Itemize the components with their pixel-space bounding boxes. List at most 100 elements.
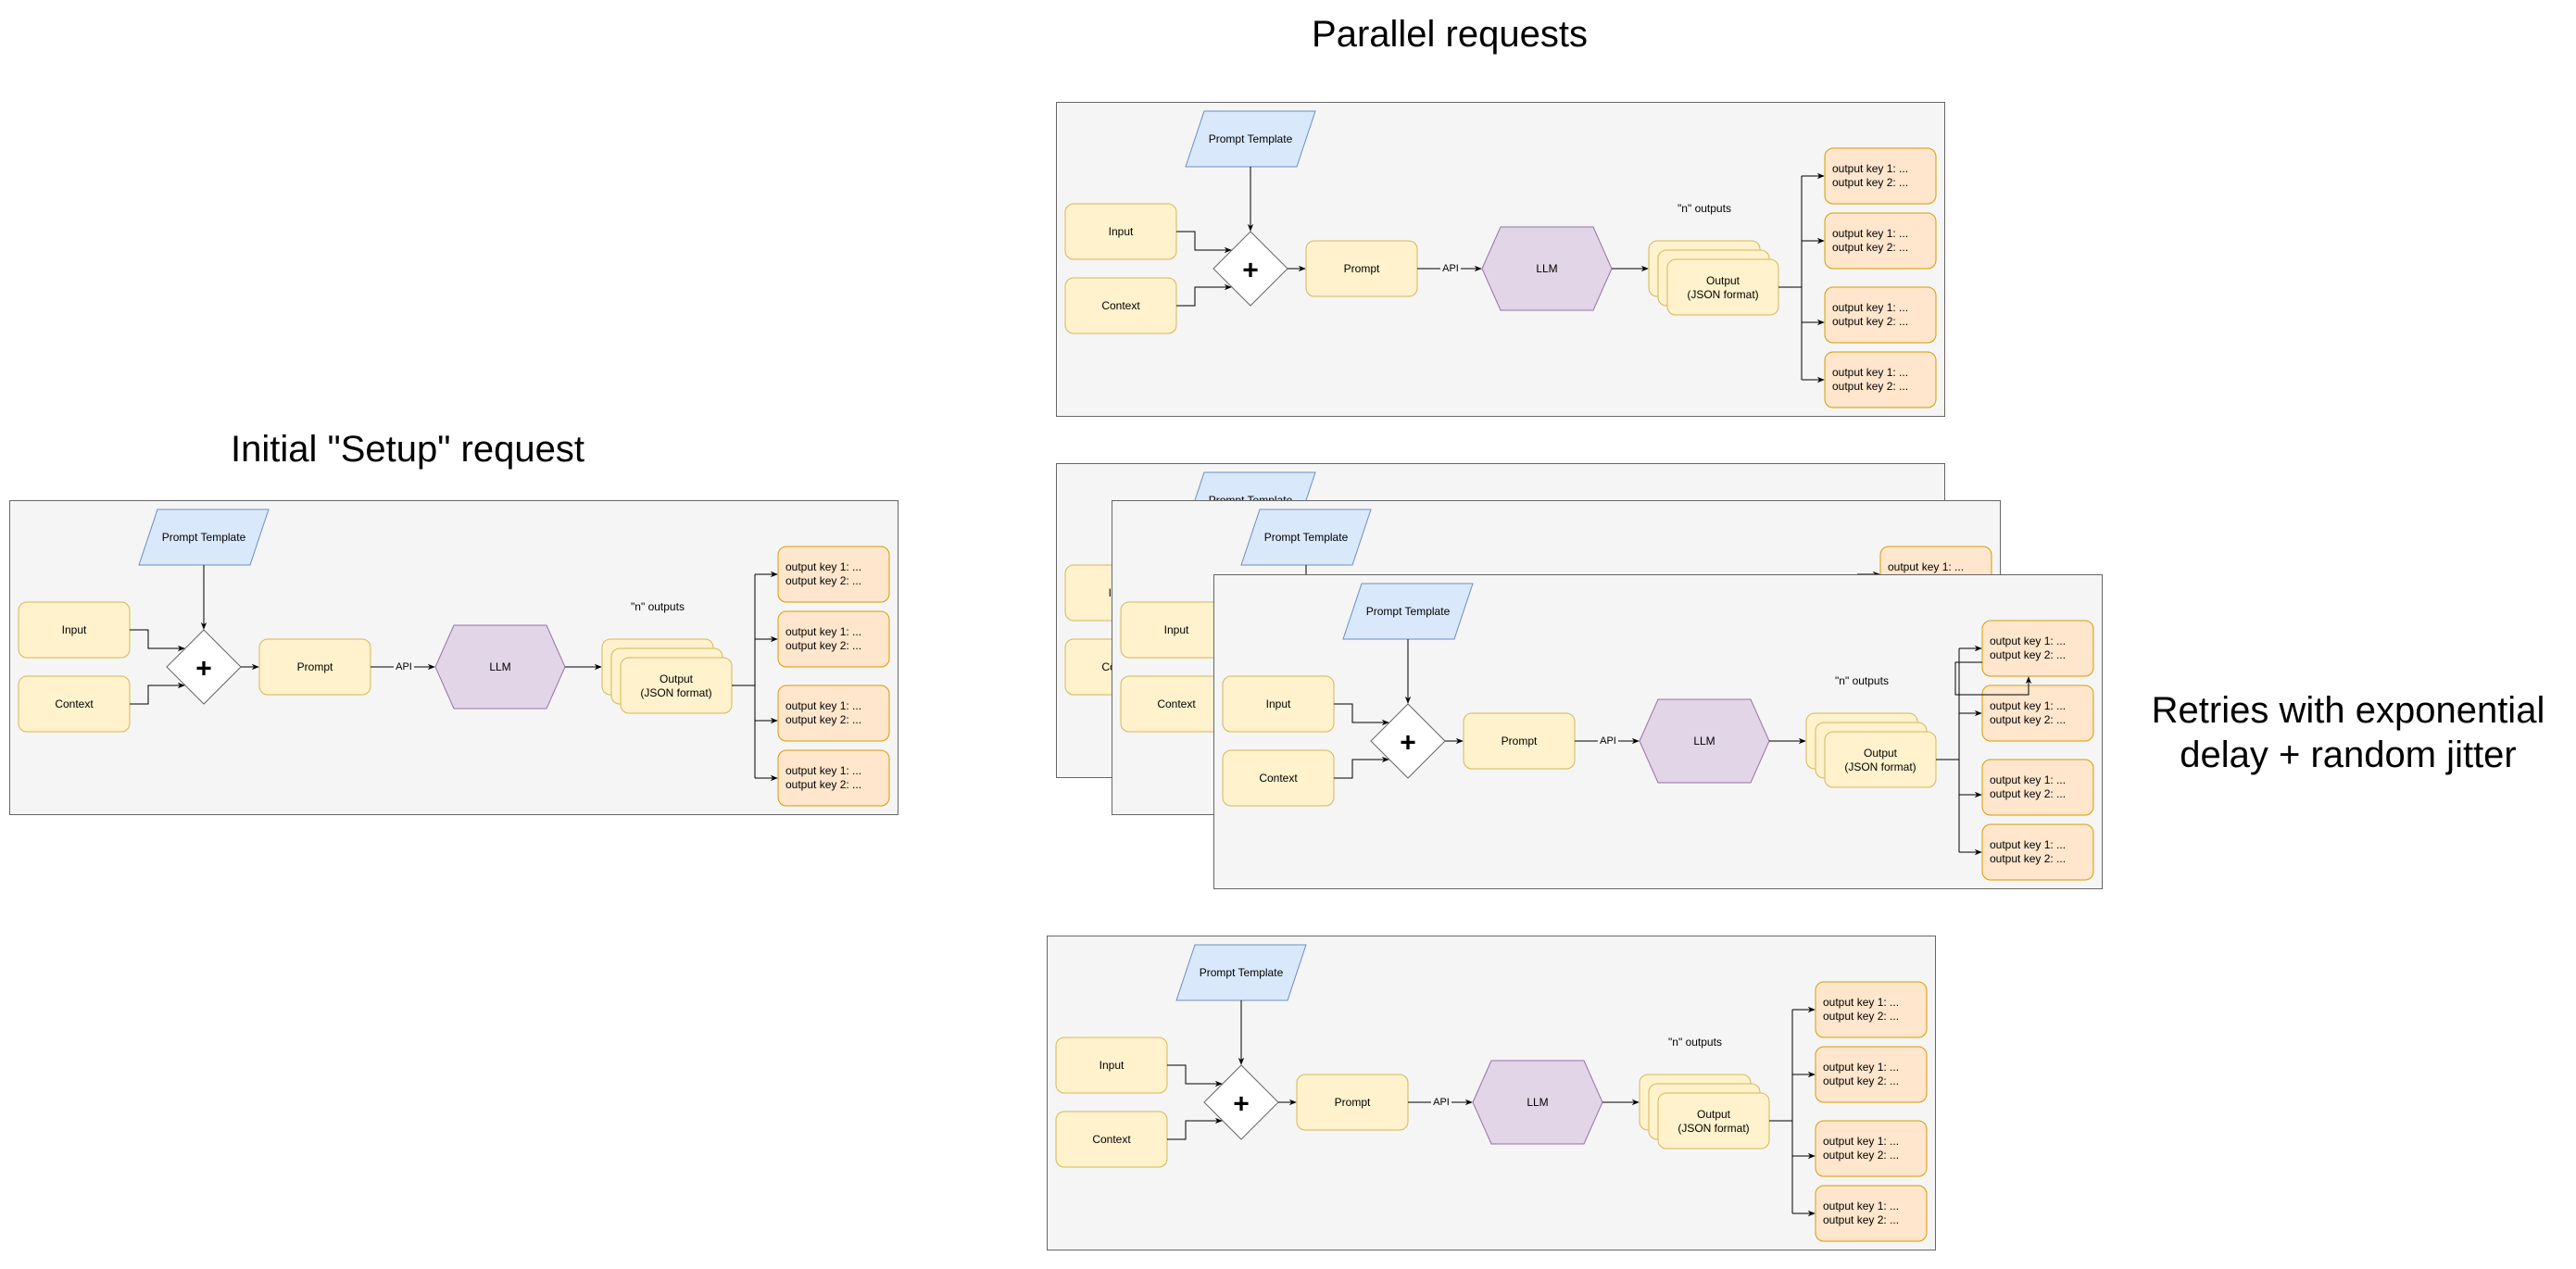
- api-label: API: [1433, 1097, 1450, 1108]
- output-label-line2: (JSON format): [640, 686, 711, 699]
- prompt-template-label: Prompt Template: [162, 531, 246, 544]
- context-label: Context: [1092, 1133, 1131, 1146]
- context-node[interactable]: Context: [1055, 1111, 1168, 1168]
- output-branch-line: [1778, 176, 1803, 380]
- output-label-line1: Output: [660, 672, 694, 685]
- output-key-node[interactable]: output key 1: ...output key 2: ...: [1815, 1185, 1928, 1242]
- context-node[interactable]: Context: [1222, 749, 1335, 807]
- n-outputs-label: "n" outputs: [1678, 202, 1731, 215]
- llm-node[interactable]: LLM: [1472, 1060, 1603, 1145]
- output-card-front[interactable]: [620, 657, 733, 714]
- input-label: Input: [1109, 225, 1134, 238]
- output-key-1-label: output key 1: ...: [1832, 227, 1908, 240]
- output-key-node[interactable]: output key 1: ...output key 2: ...: [1981, 823, 2094, 881]
- output-label-line1: Output: [1864, 747, 1898, 760]
- api-label: API: [396, 661, 412, 672]
- parallel-panel: Prompt Template Input Context + Prompt API LLM…: [1056, 102, 1945, 417]
- flow-retry-panel-3: Prompt Template Input Context + Prompt API LLM…: [1222, 583, 2094, 881]
- input-node[interactable]: Input: [18, 601, 131, 659]
- output-key-1-label: output key 1: ...: [1832, 366, 1908, 379]
- flow-setup-panel: Prompt Template Input Context + Prompt API LLM…: [18, 509, 890, 807]
- combine-node[interactable]: +: [1213, 231, 1288, 307]
- llm-label: LLM: [1536, 262, 1557, 275]
- input-node[interactable]: Input: [1222, 675, 1335, 733]
- output-card-front[interactable]: [1657, 1092, 1770, 1150]
- output-key-node[interactable]: output key 1: ...output key 2: ...: [1981, 759, 2094, 816]
- context-node[interactable]: Context: [18, 675, 131, 733]
- output-key-node[interactable]: output key 1: ...output key 2: ...: [1981, 620, 2094, 677]
- output-key-1-label: output key 1: ...: [1832, 162, 1908, 175]
- plus-icon: +: [1242, 256, 1259, 286]
- output-key-node[interactable]: output key 1: ...output key 2: ...: [1824, 286, 1937, 344]
- llm-node[interactable]: LLM: [1481, 226, 1613, 311]
- output-key-2-label: output key 2: ...: [785, 574, 861, 587]
- output-key-2-label: output key 2: ...: [1823, 1074, 1899, 1087]
- input-label: Input: [1164, 623, 1189, 636]
- context-to-combine-arrow: [1334, 756, 1389, 779]
- prompt-template-label: Prompt Template: [1264, 531, 1349, 544]
- output-key-2-label: output key 2: ...: [1823, 1149, 1899, 1162]
- llm-node[interactable]: LLM: [1639, 698, 1770, 784]
- output-key-node[interactable]: output key 1: ...output key 2: ...: [1824, 351, 1937, 408]
- prompt-template-node[interactable]: Prompt Template: [138, 509, 270, 566]
- output-key-node[interactable]: output key 1: ...output key 2: ...: [1815, 1046, 1928, 1103]
- output-key-2-label: output key 2: ...: [1832, 315, 1908, 328]
- parallel-title: Parallel requests: [1312, 14, 1588, 55]
- plus-icon: +: [195, 654, 212, 685]
- input-node[interactable]: Input: [1055, 1037, 1168, 1094]
- setup-title: Initial "Setup" request: [231, 429, 584, 470]
- retry-panel-3: Prompt Template Input Context + Prompt API LLM…: [1213, 574, 2103, 889]
- output-key-node[interactable]: output key 1: ...output key 2: ...: [777, 610, 890, 668]
- output-key-node[interactable]: output key 1: ...output key 2: ...: [1824, 147, 1937, 205]
- prompt-template-node[interactable]: Prompt Template: [1240, 509, 1372, 566]
- prompt-node[interactable]: Prompt: [1296, 1074, 1409, 1131]
- prompt-template-node[interactable]: Prompt Template: [1185, 110, 1316, 168]
- output-key-1-label: output key 1: ...: [1990, 838, 2066, 851]
- output-key-2-label: output key 2: ...: [1832, 176, 1908, 189]
- output-key-node[interactable]: output key 1: ...output key 2: ...: [1981, 685, 2094, 742]
- combine-node[interactable]: +: [1370, 703, 1446, 779]
- prompt-node[interactable]: Prompt: [1463, 712, 1576, 770]
- output-key-2-label: output key 2: ...: [1832, 380, 1908, 393]
- input-label: Input: [62, 623, 87, 636]
- context-label: Context: [55, 697, 94, 710]
- prompt-template-node[interactable]: Prompt Template: [1175, 944, 1307, 1001]
- combine-node[interactable]: +: [1203, 1064, 1279, 1140]
- prompt-label: Prompt: [1502, 735, 1538, 748]
- output-card-front[interactable]: [1666, 258, 1779, 316]
- output-card-front[interactable]: [1824, 731, 1937, 788]
- output-key-node[interactable]: output key 1: ...output key 2: ...: [777, 546, 890, 603]
- llm-node[interactable]: LLM: [434, 624, 566, 710]
- output-key-2-label: output key 2: ...: [1990, 648, 2066, 661]
- llm-label: LLM: [1527, 1096, 1548, 1109]
- context-to-combine-arrow: [130, 682, 185, 705]
- output-stack[interactable]: Output(JSON format): [1648, 240, 1779, 316]
- flow-diagram: Prompt Template Input Context + Prompt API LLM…: [1222, 583, 2094, 881]
- combine-node[interactable]: +: [166, 629, 242, 705]
- output-stack[interactable]: Output(JSON format): [1639, 1074, 1770, 1150]
- prompt-node[interactable]: Prompt: [258, 638, 371, 696]
- plus-icon: +: [1400, 728, 1416, 759]
- n-outputs-label: "n" outputs: [1835, 674, 1889, 687]
- output-key-node[interactable]: output key 1: ...output key 2: ...: [777, 685, 890, 742]
- context-label: Context: [1259, 772, 1298, 785]
- output-stack[interactable]: Output(JSON format): [601, 638, 733, 714]
- flow-parallel-panel: Prompt Template Input Context + Prompt API LLM…: [1064, 110, 1937, 408]
- output-key-node[interactable]: output key 1: ...output key 2: ...: [777, 749, 890, 807]
- prompt-template-node[interactable]: Prompt Template: [1342, 583, 1474, 640]
- input-label: Input: [1266, 697, 1291, 710]
- flow-diagram: Prompt Template Input Context + Prompt API LLM…: [1064, 110, 1937, 408]
- prompt-node[interactable]: Prompt: [1305, 240, 1418, 297]
- output-key-1-label: output key 1: ...: [1990, 699, 2066, 712]
- flow-diagram: Prompt Template Input Context + Prompt API LLM…: [1055, 944, 1928, 1242]
- output-key-node[interactable]: output key 1: ...output key 2: ...: [1815, 1120, 1928, 1177]
- prompt-template-label: Prompt Template: [1200, 966, 1284, 979]
- output-key-1-label: output key 1: ...: [785, 560, 861, 573]
- prompt-template-label: Prompt Template: [1209, 132, 1293, 145]
- context-node[interactable]: Context: [1064, 277, 1177, 334]
- input-node[interactable]: Input: [1064, 203, 1177, 260]
- output-label-line2: (JSON format): [1687, 288, 1758, 301]
- output-stack[interactable]: Output(JSON format): [1805, 712, 1937, 788]
- output-key-node[interactable]: output key 1: ...output key 2: ...: [1824, 212, 1937, 270]
- output-key-node[interactable]: output key 1: ...output key 2: ...: [1815, 981, 1928, 1038]
